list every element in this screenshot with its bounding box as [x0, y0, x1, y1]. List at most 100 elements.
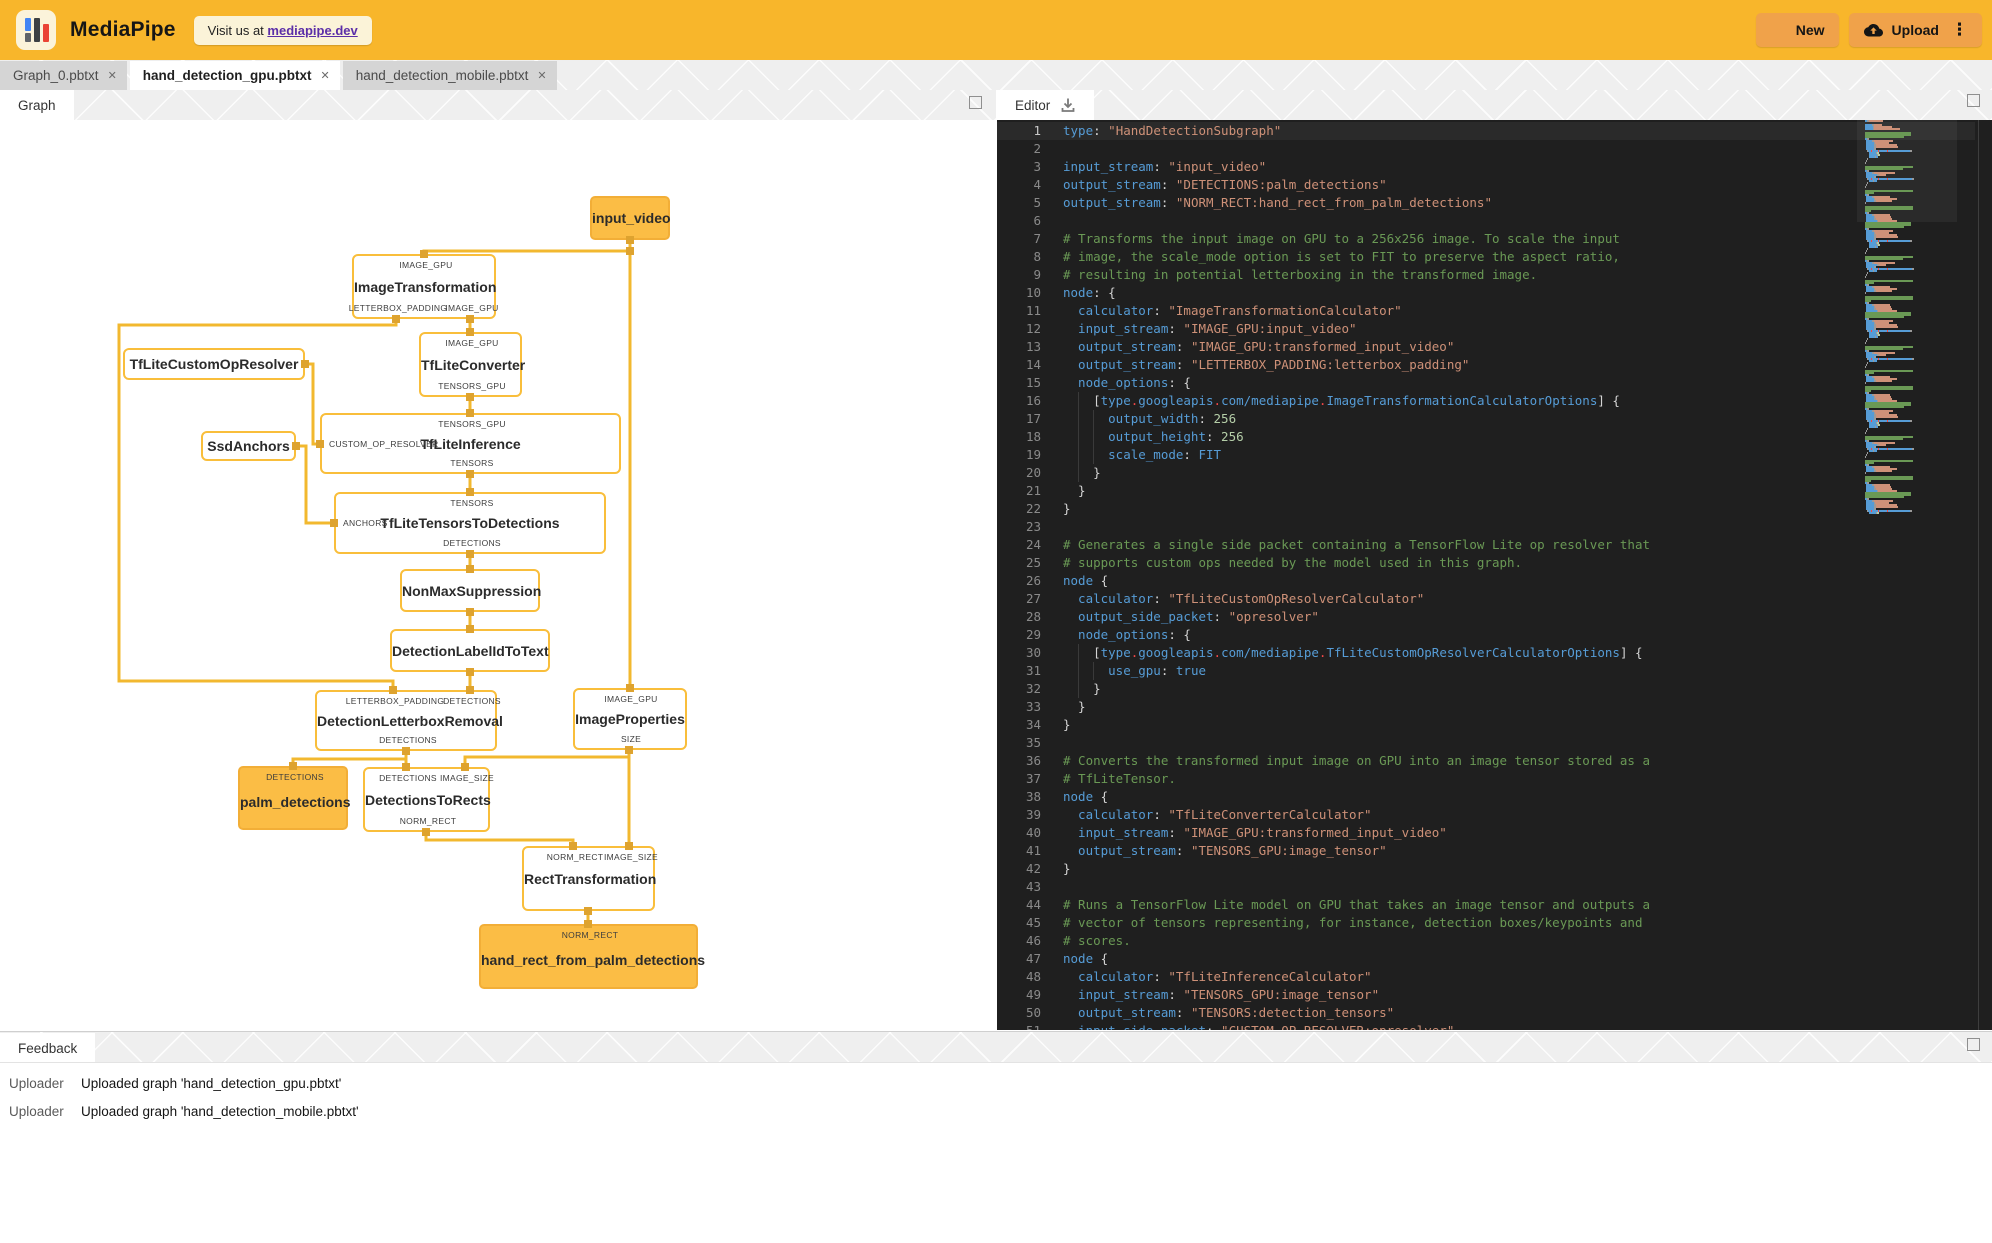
- mediapipe-logo: [16, 10, 56, 50]
- line-number: 39: [1025, 807, 1041, 822]
- line-number: 8: [1033, 249, 1041, 264]
- line-number: 24: [1025, 537, 1041, 552]
- code-line-25: 25 # supports custom ops needed by the mo…: [997, 554, 1975, 572]
- node-ImageProperties[interactable]: ImageProperties IMAGE_GPU SIZE: [573, 688, 687, 750]
- line-number: 32: [1025, 681, 1041, 696]
- port-label-IMAGE_GPU: IMAGE_GPU: [399, 260, 453, 270]
- port-label-DETECTIONS: DETECTIONS: [379, 773, 437, 783]
- feedback-source: Uploader: [9, 1103, 64, 1119]
- code-line-36: 36 # Converts the transformed input image…: [997, 752, 1975, 770]
- file-tab-Graph_0.pbtxt[interactable]: Graph_0.pbtxt ✕: [0, 61, 127, 90]
- code-line-2: 2: [997, 140, 1975, 158]
- editor-panel-header: Editor: [997, 90, 1992, 120]
- node-hand_rect_from_palm_detections[interactable]: hand_rect_from_palm_detections NORM_RECT: [479, 924, 705, 989]
- code-line-29: 29 node_options: {: [997, 626, 1975, 644]
- port-label-TENSORS: TENSORS: [450, 458, 494, 468]
- edge: [424, 832, 575, 846]
- port-label-DETECTIONS: DETECTIONS: [443, 696, 501, 706]
- code-line-17: 17 output_width: 256: [997, 410, 1975, 428]
- code-line-48: 48 calculator: "TfLiteInferenceCalculato…: [997, 968, 1975, 986]
- feedback-message: Uploaded graph 'hand_detection_gpu.pbtxt…: [81, 1075, 342, 1091]
- file-tab-hand_detection_mobile.pbtxt[interactable]: hand_detection_mobile.pbtxt ✕: [342, 61, 557, 90]
- editor-scrollbar[interactable]: [1978, 120, 1979, 1030]
- code-line-27: 27 calculator: "TfLiteCustomOpResolverCa…: [997, 590, 1975, 608]
- node-TfLiteInference[interactable]: TfLiteInference TENSORS_GPU TENSORS CUSTOM_…: [320, 413, 621, 474]
- graph-canvas[interactable]: input_video ImageTransformation IMAGE_GPU L…: [0, 120, 996, 1030]
- line-number: 47: [1025, 951, 1041, 966]
- code-line-41: 41 output_stream: "TENSORS_GPU:image_ten…: [997, 842, 1975, 860]
- port-label-TENSORS: TENSORS: [450, 498, 494, 508]
- line-number: 7: [1033, 231, 1041, 246]
- graph-panel-header: Graph: [0, 90, 996, 120]
- node-TfLiteConverter[interactable]: TfLiteConverter IMAGE_GPU TENSORS_GPU: [419, 332, 525, 397]
- line-number: 14: [1025, 357, 1041, 372]
- edge: [305, 362, 320, 446]
- node-TfLiteTensorsToDetections[interactable]: TfLiteTensorsToDetections TENSORS DETECTIO…: [334, 492, 606, 554]
- line-number: 42: [1025, 861, 1041, 876]
- node-RectTransformation[interactable]: RectTransformation NORM_RECT IMAGE_SIZE: [522, 846, 659, 911]
- port-label-IMAGE_SIZE: IMAGE_SIZE: [439, 773, 495, 783]
- graph-panel-expand-icon[interactable]: [969, 96, 982, 109]
- port-label-LETTERBOX_PADDING: LETTERBOX_PADDING: [345, 696, 445, 706]
- node-NonMaxSuppression[interactable]: NonMaxSuppression: [400, 569, 541, 612]
- code-line-8: 8 # image, the scale_mode option is set t…: [997, 248, 1975, 266]
- close-tab-icon[interactable]: ✕: [108, 69, 117, 82]
- node-DetectionsToRects[interactable]: DetectionsToRects DETECTIONS IMAGE_SIZE NOR…: [363, 767, 494, 832]
- minimap-line: [1865, 512, 1949, 514]
- tab-graph[interactable]: Graph: [0, 90, 74, 120]
- feedback-panel-expand-icon[interactable]: [1967, 1038, 1980, 1051]
- code-line-10: 10 node: {: [997, 284, 1975, 302]
- kebab-menu-icon[interactable]: ⋮: [1951, 21, 1968, 38]
- code-line-38: 38 node {: [997, 788, 1975, 806]
- mediapipe-dev-link[interactable]: mediapipe.dev: [267, 23, 357, 38]
- upload-button[interactable]: Upload ⋮: [1848, 13, 1982, 47]
- tab-editor[interactable]: Editor: [997, 90, 1095, 120]
- code-line-50: 50 output_stream: "TENSORS:detection_ten…: [997, 1004, 1975, 1022]
- file-tab-label: hand_detection_mobile.pbtxt: [355, 68, 529, 83]
- tab-feedback[interactable]: Feedback: [0, 1033, 96, 1063]
- code-editor[interactable]: 1 type: "HandDetectionSubgraph" 2 3 input_st…: [997, 120, 1992, 1030]
- app-title: MediaPipe: [70, 18, 176, 41]
- line-number: 35: [1025, 735, 1041, 750]
- code-line-12: 12 input_stream: "IMAGE_GPU:input_video": [997, 320, 1975, 338]
- node-input_video[interactable]: input_video: [590, 196, 671, 240]
- node-TfLiteCustomOpResolver[interactable]: TfLiteCustomOpResolver: [123, 348, 305, 380]
- port-label-IMAGE_GPU: IMAGE_GPU: [445, 338, 499, 348]
- file-tab-label: Graph_0.pbtxt: [13, 68, 99, 83]
- line-number: 45: [1025, 915, 1041, 930]
- port-label-TENSORS_GPU: TENSORS_GPU: [438, 419, 506, 429]
- new-button[interactable]: New: [1755, 13, 1839, 47]
- line-number: 30: [1025, 645, 1041, 660]
- file-tab-hand_detection_gpu.pbtxt[interactable]: hand_detection_gpu.pbtxt ✕: [129, 61, 340, 90]
- port-label-IMAGE_SIZE: IMAGE_SIZE: [603, 852, 659, 862]
- line-number: 12: [1025, 321, 1041, 336]
- line-number: 2: [1033, 141, 1041, 156]
- code-line-16: 16 [type.googleapis.com/mediapipe.ImageT…: [997, 392, 1975, 410]
- port-label-NORM_RECT: NORM_RECT: [399, 816, 457, 826]
- line-number: 1: [1033, 123, 1041, 138]
- download-icon[interactable]: [1060, 97, 1076, 113]
- node-DetectionLabelIdToText[interactable]: DetectionLabelIdToText: [390, 629, 550, 672]
- feedback-row: Uploader Uploaded graph 'hand_detection_m…: [0, 1099, 359, 1123]
- line-number: 34: [1025, 717, 1041, 732]
- code-line-3: 3 input_stream: "input_video": [997, 158, 1975, 176]
- node-label: SsdAnchors: [207, 438, 290, 454]
- node-label: ImageProperties: [575, 711, 685, 727]
- node-DetectionLetterboxRemoval[interactable]: DetectionLetterboxRemoval LETTERBOX_PADDI…: [315, 690, 503, 751]
- port-label-CUSTOM_OP_RESOLVER: CUSTOM_OP_RESOLVER: [329, 438, 439, 449]
- top-bar: MediaPipe Visit us at mediapipe.dev New …: [0, 0, 1992, 60]
- code-line-14: 14 output_stream: "LETTERBOX_PADDING:let…: [997, 356, 1975, 374]
- close-tab-icon[interactable]: ✕: [537, 69, 546, 82]
- minimap[interactable]: [1865, 120, 1949, 514]
- node-ImageTransformation[interactable]: ImageTransformation IMAGE_GPU LETTERBOX_PA…: [349, 254, 498, 319]
- graph-tab-label: Graph: [18, 97, 56, 113]
- code-line-51: 51 input_side_packet: "CUSTOM_OP_RESOLVE…: [997, 1022, 1975, 1030]
- port-connector: [626, 247, 634, 255]
- editor-panel-expand-icon[interactable]: [1967, 94, 1980, 107]
- code-line-44: 44 # Runs a TensorFlow Lite model on GPU …: [997, 896, 1975, 914]
- node-SsdAnchors[interactable]: SsdAnchors: [201, 431, 296, 461]
- close-tab-icon[interactable]: ✕: [321, 69, 330, 82]
- node-label: DetectionLetterboxRemoval: [317, 712, 503, 729]
- code-line-21: 21 }: [997, 482, 1975, 500]
- node-palm_detections[interactable]: palm_detections DETECTIONS: [238, 766, 350, 830]
